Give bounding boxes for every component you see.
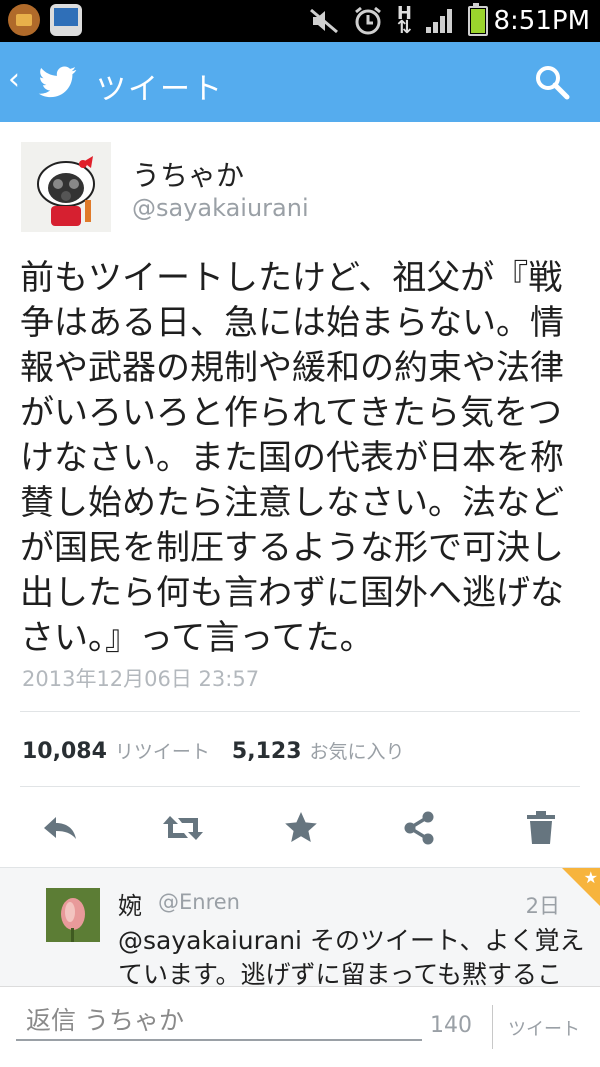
share-icon[interactable] (399, 808, 439, 848)
reply-author-name[interactable]: 婉 (118, 886, 142, 921)
back-icon[interactable]: ‹ (8, 62, 20, 97)
app-header: ‹ ツイート (0, 42, 600, 122)
divider (20, 786, 580, 787)
favorite-star-icon[interactable] (281, 808, 321, 848)
reply-text: @sayakaiurani そのツイート、よく覚えています。逃げずに留まっても黙… (118, 926, 585, 988)
signal-icon (426, 9, 454, 33)
status-icons: H ⇅ (309, 0, 488, 42)
divider (20, 711, 580, 712)
reply-avatar[interactable] (46, 888, 100, 942)
twitter-bird-icon[interactable] (36, 60, 80, 104)
photo-app-notification-icon (50, 4, 82, 36)
tweet-actions (0, 808, 600, 848)
author-name[interactable]: うちゃか (132, 154, 244, 194)
tweet-send-button[interactable]: ツイート (508, 1015, 580, 1041)
app-notification-icon (8, 4, 40, 36)
tweet-timestamp: 2013年12月06日 23:57 (22, 667, 260, 691)
character-count: 140 (430, 1013, 472, 1038)
reply-author-handle[interactable]: @Enren (158, 890, 240, 914)
divider (492, 1005, 493, 1049)
retweet-count[interactable]: 10,084 (22, 739, 107, 764)
delete-trash-icon[interactable] (521, 808, 561, 848)
avatar[interactable] (21, 142, 111, 232)
favorite-count[interactable]: 5,123 (232, 739, 302, 764)
tweet-text: 前もツイートしたけど、祖父が『戦争はある日、急には始まらない。情報や武器の規制や… (20, 258, 564, 658)
author-handle[interactable]: @sayakaiurani (132, 194, 309, 222)
mute-icon (309, 8, 338, 34)
network-type-icon: H ⇅ (396, 3, 412, 38)
star-icon: ★ (583, 868, 598, 887)
status-bar: H ⇅ 8:51PM (0, 0, 600, 42)
clock: 8:51PM (493, 6, 591, 36)
reply-icon[interactable] (40, 808, 80, 848)
search-icon[interactable] (534, 64, 570, 100)
reply-input[interactable] (16, 1001, 422, 1041)
reply-time: 2日 (525, 894, 560, 918)
tweet-stats: 10,084 リツイート 5,123 お気に入り (22, 737, 427, 764)
reply-tweet[interactable]: ★ 婉 @Enren 2日 @sayakaiurani そのツイート、よく覚えて… (0, 867, 600, 988)
retweet-label[interactable]: リツイート (115, 737, 210, 764)
page-title: ツイート (96, 72, 224, 107)
alarm-icon (354, 6, 381, 35)
favorite-label[interactable]: お気に入り (310, 737, 405, 764)
compose-bar: 140 ツイート (0, 986, 600, 1067)
battery-icon (468, 3, 488, 36)
retweet-icon[interactable] (160, 808, 206, 848)
